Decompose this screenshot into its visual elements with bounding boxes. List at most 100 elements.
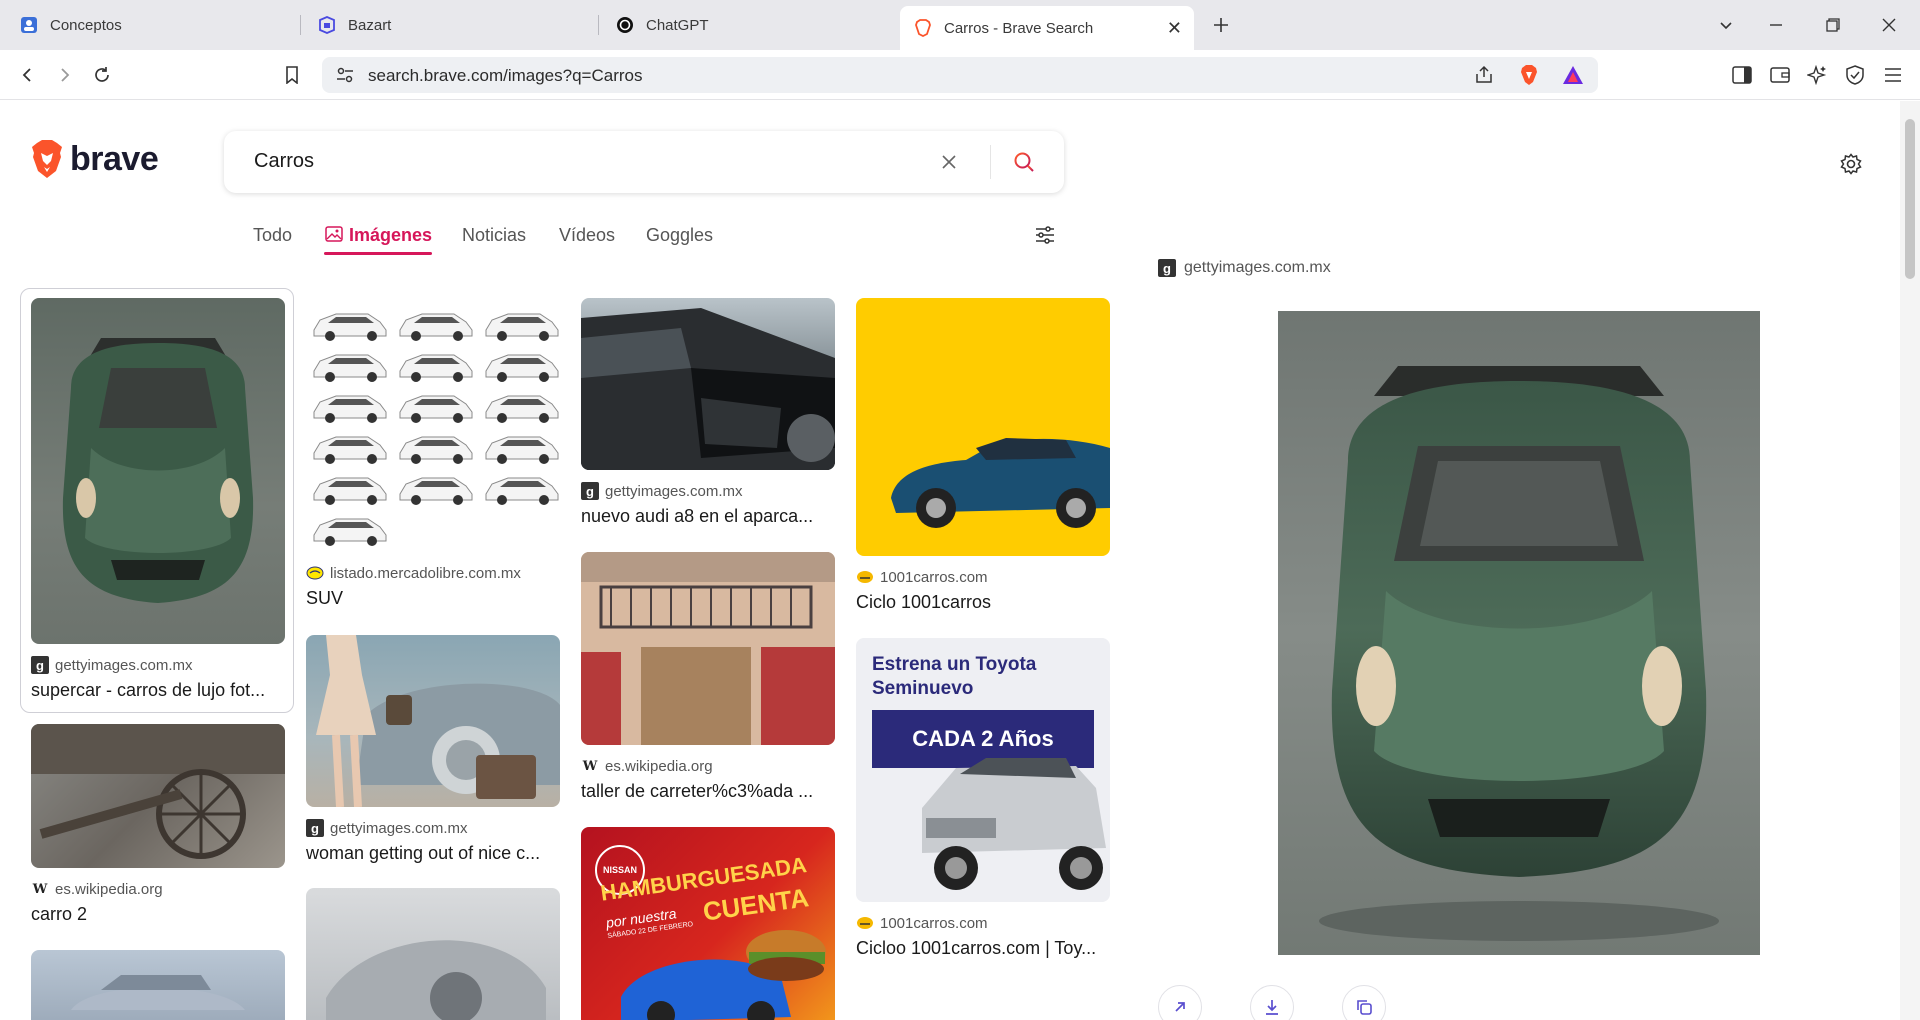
result-card[interactable]: W es.wikipedia.org carro 2 xyxy=(31,724,285,925)
tab-conceptos[interactable]: Conceptos xyxy=(6,6,296,44)
result-title[interactable]: woman getting out of nice c... xyxy=(306,843,560,864)
result-card[interactable]: Estrena un Toyota Seminuevo CADA 2 Años … xyxy=(856,638,1110,959)
close-window-icon[interactable] xyxy=(1876,12,1902,38)
car-thumbnail-icon xyxy=(399,436,473,464)
tab-label: ChatGPT xyxy=(646,16,709,34)
result-thumbnail[interactable] xyxy=(856,298,1110,556)
1001carros-icon xyxy=(856,568,874,586)
result-card[interactable]: 1001carros.com Ciclo 1001carros xyxy=(856,298,1110,613)
preview-source[interactable]: g gettyimages.com.mx xyxy=(1158,259,1331,277)
result-thumbnail[interactable]: NISSAN HAMBURGUESADA por nuestra CUENTA … xyxy=(581,827,835,1020)
result-title[interactable]: SUV xyxy=(306,588,560,609)
scrollbar-thumb[interactable] xyxy=(1905,119,1915,279)
tab-bazart[interactable]: Bazart xyxy=(304,6,594,44)
result-thumbnail[interactable] xyxy=(581,552,835,745)
tab-separator xyxy=(300,15,301,35)
result-title[interactable]: nuevo audi a8 en el aparca... xyxy=(581,506,835,527)
result-source: g gettyimages.com.mx xyxy=(306,819,560,837)
tab-search-chevron-down-icon[interactable] xyxy=(1713,12,1739,38)
wikipedia-icon: W xyxy=(582,758,598,774)
site-settings-icon[interactable] xyxy=(336,66,354,89)
gettyimages-icon: g xyxy=(1158,259,1176,277)
result-thumbnail[interactable] xyxy=(306,635,560,807)
result-title[interactable]: Cicloo 1001carros.com | Toy... xyxy=(856,938,1110,959)
tab-imagenes[interactable]: Imágenes xyxy=(349,225,432,246)
result-thumbnail[interactable]: Estrena un Toyota Seminuevo CADA 2 Años xyxy=(856,638,1110,902)
gear-icon[interactable] xyxy=(1838,151,1864,177)
tab-label: Conceptos xyxy=(50,16,122,34)
result-card[interactable]: g gettyimages.com.mx nuevo audi a8 en el… xyxy=(581,298,835,527)
car-thumbnail-icon xyxy=(399,354,473,382)
vpn-shield-icon[interactable] xyxy=(1842,62,1868,88)
result-card[interactable]: g gettyimages.com.mx supercar - carros d… xyxy=(31,298,285,701)
source-domain: gettyimages.com.mx xyxy=(55,656,193,674)
preview-image[interactable] xyxy=(1278,311,1760,955)
result-title[interactable]: supercar - carros de lujo fot... xyxy=(31,680,285,701)
car-thumbnail-icon xyxy=(485,436,559,464)
copy-icon[interactable] xyxy=(1342,985,1386,1020)
back-icon[interactable] xyxy=(14,62,40,88)
result-card[interactable]: NISSAN HAMBURGUESADA por nuestra CUENTA … xyxy=(581,827,835,1020)
result-source: g gettyimages.com.mx xyxy=(31,656,285,674)
new-tab-icon[interactable] xyxy=(1208,12,1234,38)
result-thumbnail[interactable] xyxy=(31,724,285,868)
wallet-icon[interactable] xyxy=(1767,62,1793,88)
tab-carros-brave-search[interactable]: Carros - Brave Search ✕ xyxy=(900,6,1194,50)
result-source: 1001carros.com xyxy=(856,914,1110,932)
minimize-icon[interactable] xyxy=(1763,12,1789,38)
search-box[interactable]: Carros xyxy=(224,131,1064,193)
car-thumbnail-icon xyxy=(313,395,387,423)
sidebar-toggle-icon[interactable] xyxy=(1729,62,1755,88)
contacts-icon xyxy=(20,16,38,34)
address-bar[interactable]: search.brave.com/images?q=Carros xyxy=(322,57,1598,93)
leo-ai-icon[interactable] xyxy=(1804,62,1830,88)
brave-shields-icon[interactable] xyxy=(1518,64,1540,91)
share-icon[interactable] xyxy=(1474,65,1494,90)
tab-noticias[interactable]: Noticias xyxy=(462,225,526,246)
open-in-new-icon[interactable] xyxy=(1158,985,1202,1020)
result-title[interactable]: carro 2 xyxy=(31,904,285,925)
search-icon[interactable] xyxy=(1010,148,1038,176)
page-scrollbar[interactable] xyxy=(1900,101,1920,1020)
result-thumbnail[interactable] xyxy=(581,298,835,470)
result-title[interactable]: Ciclo 1001carros xyxy=(856,592,1110,613)
preview-source-domain: gettyimages.com.mx xyxy=(1184,259,1331,276)
bookmark-icon[interactable] xyxy=(279,62,305,88)
tab-todo[interactable]: Todo xyxy=(253,225,292,246)
result-thumbnail[interactable] xyxy=(31,950,285,1020)
url-text[interactable]: search.brave.com/images?q=Carros xyxy=(368,66,642,86)
reload-icon[interactable] xyxy=(89,62,115,88)
car-thumbnail-icon xyxy=(399,395,473,423)
source-domain: 1001carros.com xyxy=(880,568,988,586)
result-thumbnail[interactable] xyxy=(31,298,285,644)
tab-chatgpt[interactable]: ChatGPT xyxy=(602,6,892,44)
search-input[interactable]: Carros xyxy=(254,150,314,173)
menu-icon[interactable] xyxy=(1880,62,1906,88)
restore-icon[interactable] xyxy=(1820,12,1846,38)
result-title[interactable]: taller de carreter%c3%ada ... xyxy=(581,781,835,802)
clear-icon[interactable] xyxy=(936,149,962,175)
result-source: listado.mercadolibre.com.mx xyxy=(306,564,560,582)
logo-text: brave xyxy=(70,139,159,178)
tab-videos[interactable]: Vídeos xyxy=(559,225,615,246)
filters-icon[interactable] xyxy=(1032,222,1058,248)
result-thumbnail[interactable] xyxy=(306,888,560,1020)
car-thumbnail-icon xyxy=(313,436,387,464)
download-icon[interactable] xyxy=(1250,985,1294,1020)
tab-goggles[interactable]: Goggles xyxy=(646,225,713,246)
result-card[interactable] xyxy=(31,950,285,1020)
brave-rewards-icon[interactable] xyxy=(1562,65,1584,90)
forward-icon[interactable] xyxy=(52,62,78,88)
result-card[interactable]: g gettyimages.com.mx woman getting out o… xyxy=(306,635,560,864)
tab-label: Bazart xyxy=(348,16,392,34)
result-card[interactable]: W es.wikipedia.org taller de carreter%c3… xyxy=(581,552,835,802)
close-tab-icon[interactable]: ✕ xyxy=(1167,18,1182,39)
result-card[interactable]: listado.mercadolibre.com.mx SUV xyxy=(306,298,560,609)
result-thumbnail[interactable] xyxy=(306,298,560,552)
car-thumbnail-icon xyxy=(399,313,473,341)
image-icon xyxy=(325,226,343,247)
brave-logo[interactable]: brave xyxy=(30,139,159,179)
wikipedia-icon: W xyxy=(32,881,48,897)
result-card[interactable] xyxy=(306,888,560,1020)
result-source: W es.wikipedia.org xyxy=(581,757,835,775)
